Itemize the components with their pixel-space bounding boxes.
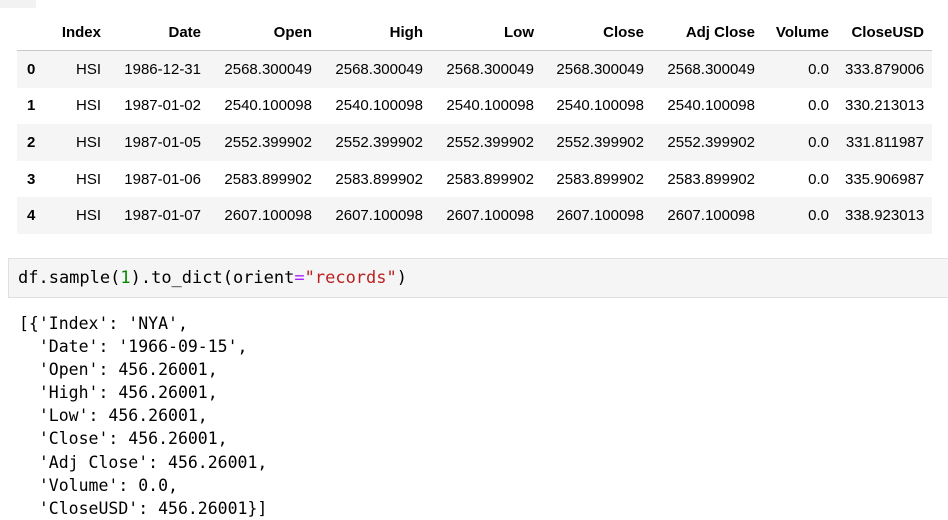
row-index: 4 — [27, 207, 36, 225]
table-cell: 1987-01-02 — [124, 97, 201, 115]
table-cell: 1986-12-31 — [124, 60, 201, 78]
column-header: Index — [51, 14, 109, 51]
table-cell: 2607.100098 — [224, 207, 312, 225]
table-cell: HSI — [75, 207, 101, 225]
output-line: 'Open': 456.26001, — [19, 360, 218, 380]
table-cell: 2583.899902 — [335, 170, 423, 188]
table-cell: 2568.300049 — [335, 60, 423, 78]
table-cell: 2540.100098 — [667, 97, 755, 115]
table-row: 2 HSI 1987-01-05 2552.399902 2552.399902 2552… — [17, 124, 932, 161]
table-header-row: Index Date Open High Low Close Adj Close Volume… — [17, 14, 932, 51]
table-cell: 2568.300049 — [667, 60, 755, 78]
table-cell: HSI — [75, 170, 101, 188]
table-cell: 2540.100098 — [335, 97, 423, 115]
code-token-operator: = — [294, 268, 305, 288]
column-header: Open — [209, 14, 320, 51]
table-cell: 2540.100098 — [556, 97, 644, 115]
column-header: CloseUSD — [837, 14, 932, 51]
table-cell: 330.213013 — [845, 97, 925, 115]
cell-frame-edge — [0, 0, 36, 8]
column-header: Date — [109, 14, 209, 51]
table-cell: HSI — [75, 60, 101, 78]
table-cell: 0.0 — [808, 207, 829, 225]
column-header: Close — [542, 14, 652, 51]
table-cell: 2607.100098 — [556, 207, 644, 225]
table-cell: 2552.399902 — [667, 133, 755, 151]
table-cell: 2583.899902 — [667, 170, 755, 188]
dataframe-output: Index Date Open High Low Close Adj Close Volume… — [17, 14, 932, 234]
table-cell: 333.879006 — [845, 60, 925, 78]
output-line: 'Low': 456.26001, — [19, 406, 208, 426]
table-cell: 2583.899902 — [224, 170, 312, 188]
output-line: 'Adj Close': 456.26001, — [19, 452, 268, 472]
table-row: 3 HSI 1987-01-06 2583.899902 2583.899902 2583… — [17, 160, 932, 198]
table-cell: 1987-01-05 — [124, 133, 201, 151]
output-line: 'Volume': 0.0, — [19, 475, 178, 495]
code-token-close-paren: ) — [396, 268, 407, 288]
table-cell: 2568.300049 — [224, 60, 312, 78]
table-cell: 0.0 — [808, 60, 829, 78]
table-cell: 2568.300049 — [446, 60, 534, 78]
code-output: [{'Index': 'NYA', 'Date': '1966-09-15', … — [19, 312, 267, 520]
table-cell: HSI — [75, 133, 101, 151]
table-cell: 2583.899902 — [556, 170, 644, 188]
table-cell: 2583.899902 — [446, 170, 534, 188]
table-row: 1 HSI 1987-01-02 2540.100098 2540.100098 2540… — [17, 87, 932, 125]
table-cell: 2540.100098 — [446, 97, 534, 115]
table-cell: 338.923013 — [845, 207, 925, 225]
column-header: Volume — [763, 14, 837, 51]
table-cell: 0.0 — [808, 133, 829, 151]
table-cell: 335.906987 — [845, 170, 925, 188]
table-cell: 2540.100098 — [224, 97, 312, 115]
output-line: 'CloseUSD': 456.26001}] — [19, 498, 268, 518]
code-token-method: ).to_dict(orient — [130, 268, 295, 288]
table-cell: 1987-01-07 — [124, 207, 201, 225]
table-cell: 2607.100098 — [446, 207, 534, 225]
dataframe-table: Index Date Open High Low Close Adj Close Volume… — [17, 14, 932, 234]
output-line: 'Date': '1966-09-15', — [19, 337, 248, 357]
code-token-string: "records" — [304, 268, 397, 288]
table-cell: 2552.399902 — [446, 133, 534, 151]
column-header: High — [320, 14, 431, 51]
output-line: [{'Index': 'NYA', — [19, 314, 188, 333]
code-token-call: df.sample( — [18, 268, 121, 288]
index-corner-header — [17, 14, 51, 51]
table-cell: 331.811987 — [845, 133, 924, 151]
output-line: 'High': 456.26001, — [19, 383, 218, 403]
table-cell: HSI — [75, 97, 101, 115]
table-cell: 2552.399902 — [335, 133, 423, 151]
code-input-cell[interactable]: df.sample(1).to_dict(orient="records") — [8, 258, 948, 298]
table-cell: 2552.399902 — [224, 133, 312, 151]
row-index: 0 — [27, 60, 36, 78]
table-body: 0 HSI 1986-12-31 2568.300049 2568.300049 2568… — [17, 50, 932, 234]
table-row: 0 HSI 1986-12-31 2568.300049 2568.300049 2568… — [17, 50, 932, 88]
table-cell: 2552.399902 — [556, 133, 644, 151]
row-index: 3 — [27, 170, 36, 188]
table-cell: 1987-01-06 — [124, 170, 201, 188]
table-cell: 0.0 — [808, 97, 829, 115]
table-cell: 2568.300049 — [556, 60, 644, 78]
table-cell: 0.0 — [808, 170, 829, 188]
code-token-number: 1 — [120, 268, 131, 288]
row-index: 1 — [27, 97, 36, 115]
table-cell: 2607.100098 — [335, 207, 423, 225]
output-line: 'Close': 456.26001, — [19, 429, 228, 449]
table-cell: 2607.100098 — [667, 207, 755, 225]
column-header: Low — [431, 14, 542, 51]
column-header: Adj Close — [652, 14, 763, 51]
table-row: 4 HSI 1987-01-07 2607.100098 2607.100098 2607… — [17, 197, 932, 234]
row-index: 2 — [27, 133, 36, 151]
code-editor-line[interactable]: df.sample(1).to_dict(orient="records") — [18, 268, 407, 288]
